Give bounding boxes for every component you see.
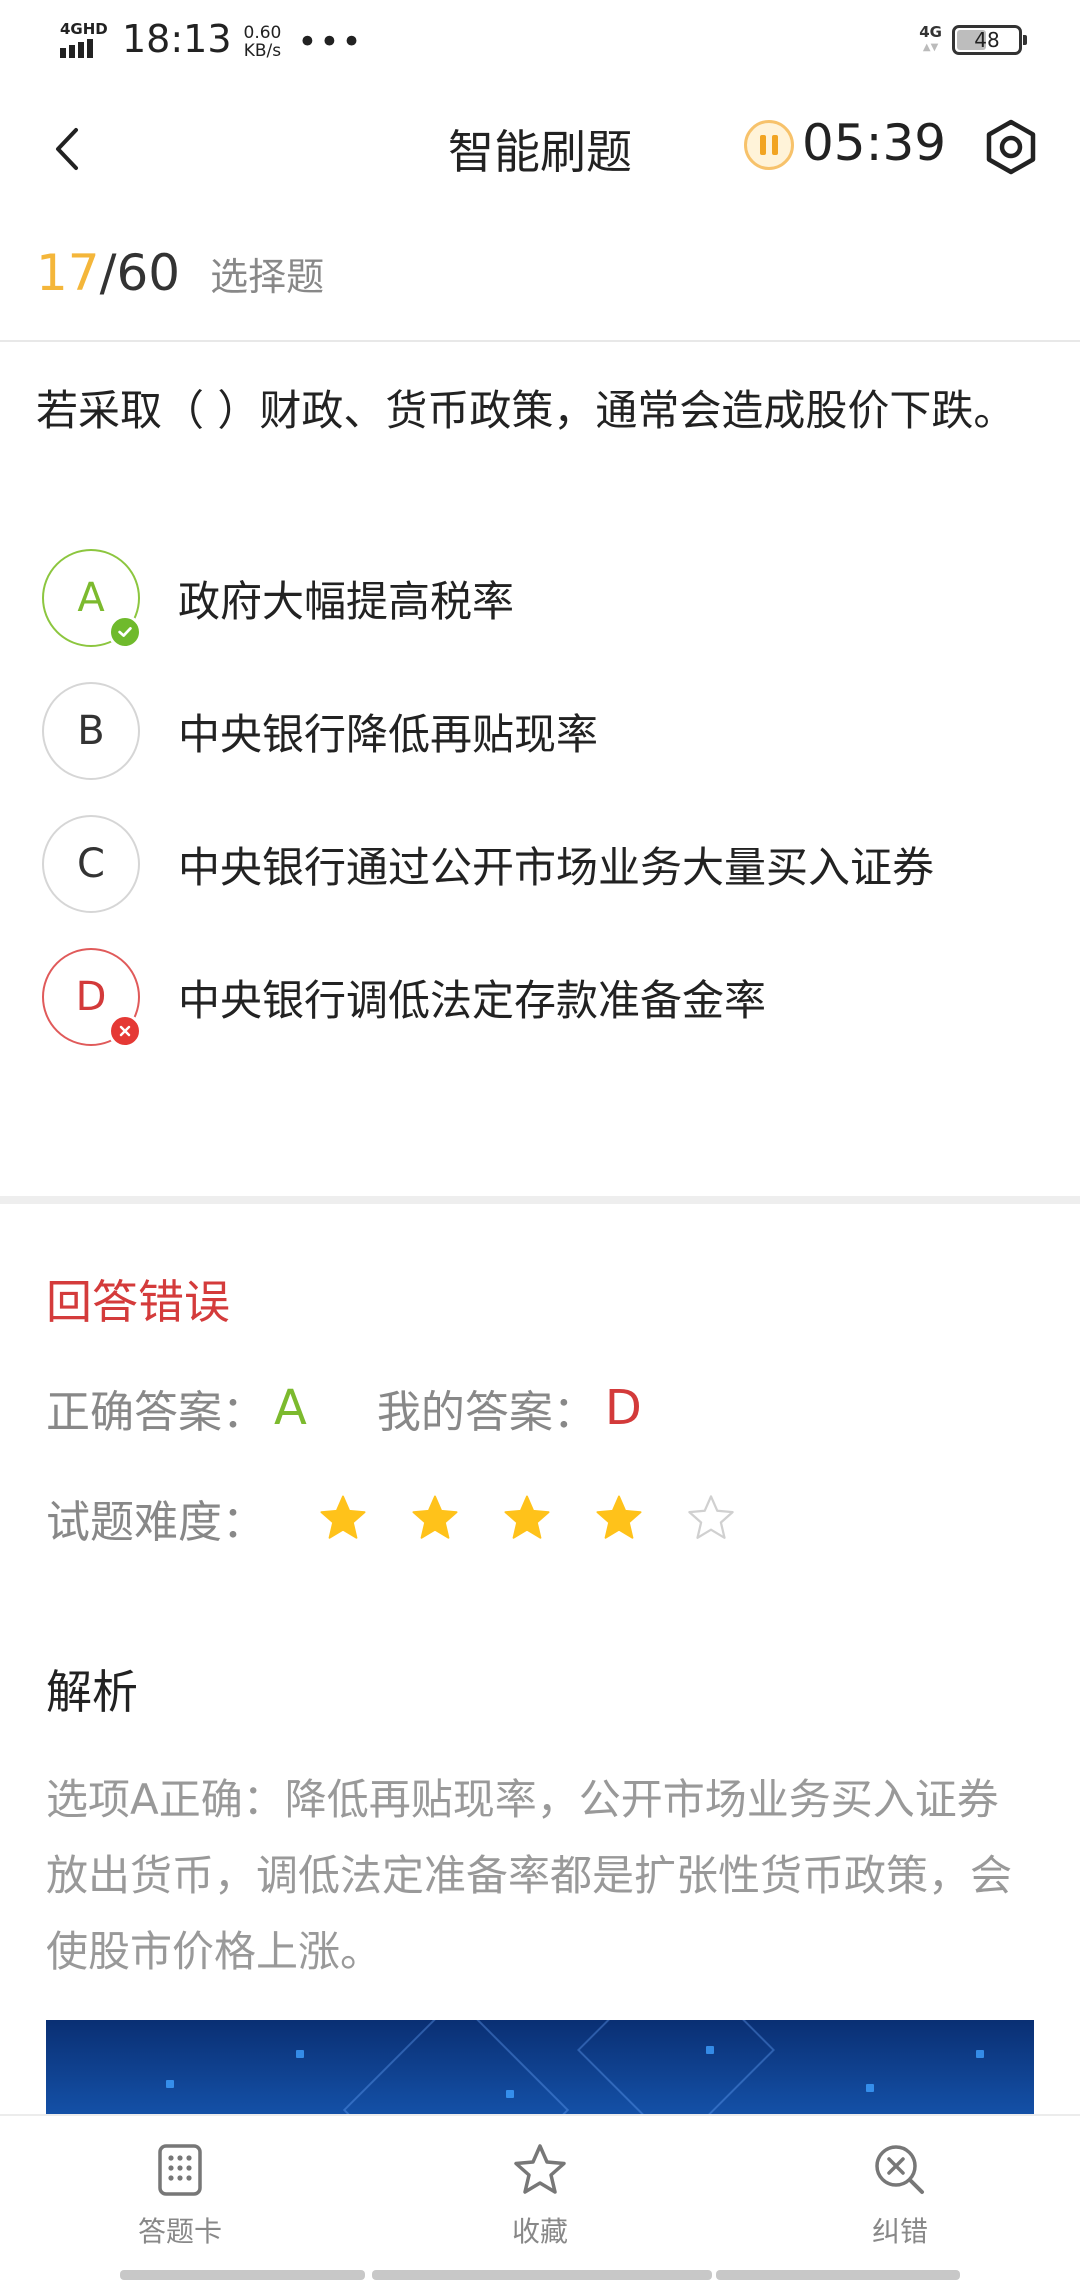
mobile-network-icon: 4G ▲▼ — [919, 23, 942, 53]
nav-favorite[interactable]: 收藏 — [440, 2140, 640, 2250]
correct-answer-label: 正确答案： — [46, 1387, 266, 1438]
star-outline-icon — [514, 2144, 566, 2194]
analysis-title: 解析 — [46, 1665, 138, 1719]
timer: 05:39 — [802, 114, 947, 172]
banner-image — [46, 2020, 1034, 2116]
pause-button[interactable] — [744, 120, 794, 170]
close-icon — [108, 1014, 142, 1048]
search-error-icon — [875, 2145, 924, 2194]
option-letter: C — [42, 815, 140, 913]
correct-answer-value: A — [274, 1380, 307, 1436]
option-letter: A — [42, 549, 142, 649]
star-filled-icon — [320, 1495, 366, 1539]
analysis-text: 选项A正确：降低再贴现率，公开市场业务买入证券放出货币，调低法定准备率都是扩张性… — [46, 1775, 1013, 1976]
option-letter: B — [42, 682, 140, 780]
total-questions: 60 — [116, 244, 181, 302]
system-nav-indicator — [716, 2270, 960, 2280]
option-text: 中央银行降低再贴现率 — [178, 709, 599, 759]
section-divider — [0, 1196, 1080, 1204]
star-filled-icon — [504, 1495, 550, 1539]
nav-answer-card[interactable]: 答题卡 — [80, 2140, 280, 2250]
pause-icon — [760, 135, 766, 155]
option-text: 中央银行通过公开市场业务大量买入证券 — [178, 842, 935, 892]
bottom-nav: 答题卡 收藏 纠错 — [0, 2114, 1080, 2280]
signal-icon: 4GHD — [58, 18, 108, 60]
settings-icon — [986, 119, 1036, 175]
difficulty-row: 试题难度： — [46, 1486, 738, 1550]
difficulty-label: 试题难度： — [46, 1497, 266, 1548]
option-d[interactable]: D 中央银行调低法定存款准备金率 — [42, 947, 1042, 1048]
divider — [0, 340, 1080, 342]
status-bar: 4GHD 18:13 0.60 KB/s ••• 4G ▲▼ 48 — [0, 0, 1080, 84]
app-header: 智能刷题 05:39 — [0, 84, 1080, 214]
more-dots: ••• — [297, 22, 364, 62]
my-answer-value: D — [604, 1380, 642, 1436]
current-question-number: 17 — [36, 244, 100, 302]
star-filled-icon — [412, 1495, 458, 1539]
settings-button[interactable] — [982, 118, 1040, 176]
question-progress: 17 / 60 选择题 — [36, 244, 325, 302]
option-text: 政府大幅提高税率 — [178, 576, 515, 626]
my-answer-label: 我的答案： — [376, 1387, 597, 1438]
system-nav-indicator — [120, 2270, 365, 2280]
battery-icon: 48 — [952, 25, 1027, 55]
option-letter: D — [42, 948, 142, 1048]
option-text: 中央银行调低法定存款准备金率 — [178, 975, 767, 1025]
star-filled-icon — [596, 1495, 642, 1539]
answer-summary: 正确答案： A 我的答案： D — [46, 1376, 642, 1440]
check-icon — [108, 615, 142, 649]
system-nav-indicator — [372, 2270, 712, 2280]
status-time: 18:13 — [122, 17, 232, 61]
answer-card-icon — [158, 2144, 202, 2196]
option-a[interactable]: A 政府大幅提高税率 — [42, 548, 1042, 649]
option-b[interactable]: B 中央银行降低再贴现率 — [42, 681, 1042, 781]
difficulty-stars — [316, 1491, 738, 1545]
network-speed: 0.60 KB/s — [243, 23, 282, 61]
question-type: 选择题 — [210, 255, 325, 299]
option-c[interactable]: C 中央银行通过公开市场业务大量买入证券 — [42, 814, 1042, 914]
nav-report-error[interactable]: 纠错 — [800, 2140, 1000, 2250]
star-empty-icon — [688, 1495, 734, 1539]
result-status: 回答错误 — [46, 1275, 230, 1329]
question-text: 若采取（ ）财政、货币政策，通常会造成股价下跌。 — [36, 386, 1016, 435]
